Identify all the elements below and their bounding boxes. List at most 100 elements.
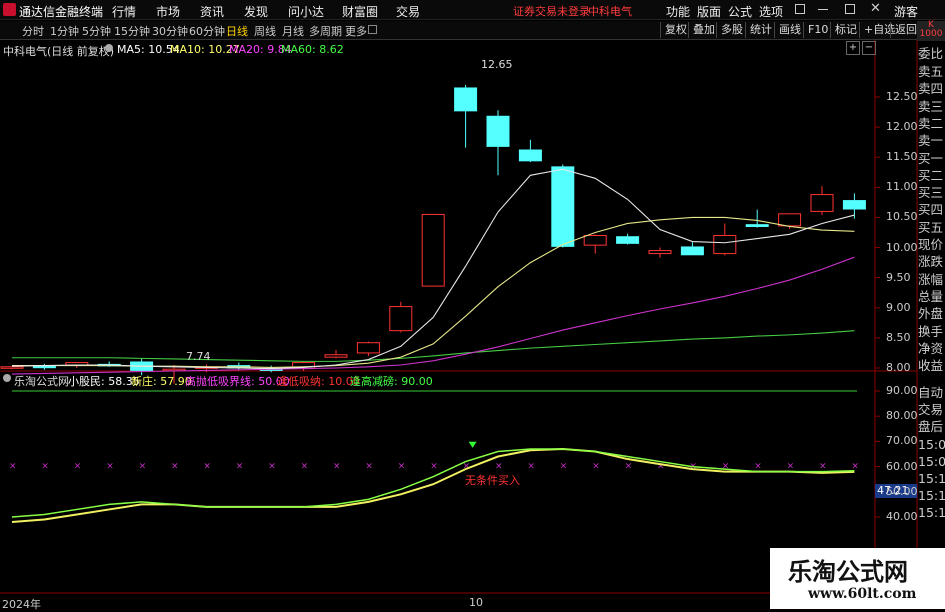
candle (551, 164, 575, 248)
yaxis-main-tick: 12.50 (886, 90, 918, 103)
menu-jiaoyi[interactable]: 交易 (396, 3, 420, 20)
boundary-marker: × (106, 462, 114, 472)
boundary-marker: × (592, 462, 600, 472)
menu-banmian[interactable]: 版面 (697, 3, 721, 20)
xaxis-label-month: 10 (469, 596, 483, 609)
chart-title: 中科电气(日线 前复权) (3, 45, 115, 58)
candle (810, 186, 834, 216)
candle-body (421, 213, 445, 287)
candle (389, 301, 413, 333)
candle (713, 223, 737, 256)
menu-wenxiaoda[interactable]: 问小达 (288, 3, 324, 20)
boundary-marker: × (527, 462, 535, 472)
candle (486, 110, 510, 176)
guest-label[interactable]: 游客 (894, 3, 918, 20)
quote-label: 买一 (918, 150, 944, 166)
watermark-url: www.60lt.com (808, 586, 917, 602)
boundary-marker: × (754, 462, 762, 472)
btn-biaoji[interactable]: 标记 (830, 22, 861, 38)
boundary-marker: × (171, 462, 179, 472)
tab-15min[interactable]: 15分钟 (114, 23, 150, 39)
watermark-title: 乐淘公式网 (788, 558, 908, 586)
candle (745, 209, 769, 228)
quote-lower-label: 交易 (918, 402, 944, 417)
window-count-badge: K 1000 (917, 21, 945, 41)
app-logo-icon (3, 3, 16, 16)
trade-time: 15:13 (918, 471, 945, 486)
yaxis-main-tick: 8.00 (886, 361, 911, 374)
period-toolbar: 分时 1分钟 5分钟 15分钟 30分钟 60分钟 日线 周线 月线 多周期 更… (0, 21, 945, 40)
boundary-marker: × (301, 462, 309, 472)
tab-30min[interactable]: 30分钟 (152, 23, 188, 39)
close-icon[interactable]: ✕ (870, 1, 881, 16)
menu-zixun[interactable]: 资讯 (200, 3, 224, 20)
maximize-icon[interactable] (845, 4, 855, 14)
ma60-line (12, 330, 855, 362)
login-status[interactable]: 证券交易未登录 (513, 3, 590, 19)
indicator-name: 乐淘公式网 (14, 375, 69, 388)
menu-gongshi[interactable]: 公式 (728, 3, 752, 20)
mail-icon[interactable] (795, 4, 805, 14)
btn-fuquan[interactable]: 复权 (660, 22, 691, 38)
tab-monthly[interactable]: 月线 (282, 23, 304, 39)
btn-diejia[interactable]: 叠加 (688, 22, 719, 38)
quote-label-weibi: 委比 (918, 46, 944, 61)
more-dropdown-icon[interactable] (368, 25, 377, 34)
tab-multi-period[interactable]: 多周期 (309, 23, 342, 39)
menu-faxian[interactable]: 发现 (244, 3, 268, 20)
btn-f10[interactable]: F10 (803, 22, 832, 38)
btn-duogu[interactable]: 多股 (716, 22, 747, 38)
boundary-marker: × (398, 462, 406, 472)
menu-xuanxiang[interactable]: 选项 (759, 3, 783, 20)
yaxis-main-tick: 11.00 (886, 180, 918, 194)
app-name: 通达信金融终端 (19, 5, 104, 19)
candle (680, 242, 704, 256)
indicator-series: × × × × × × × × × × × × × × × × × × × × × × × × × × × (9, 390, 859, 524)
tab-5min[interactable]: 5分钟 (82, 23, 111, 39)
indicator-label-sell-high: 逢高减磅: 90.00 (350, 375, 433, 388)
tab-60min[interactable]: 60分钟 (189, 23, 225, 39)
indicator-settings-icon[interactable] (3, 374, 11, 382)
candle-body (583, 235, 607, 246)
tab-1min[interactable]: 1分钟 (50, 23, 79, 39)
settings-icon[interactable] (105, 44, 113, 52)
menu-shichang[interactable]: 市场 (156, 3, 180, 20)
yaxis-main-tick: 8.50 (886, 330, 911, 344)
boundary-marker: × (333, 462, 341, 472)
indicator-label-buy-low: 逢低吸纳: 10.00 (277, 375, 360, 388)
yaxis-indicator-tick: 90.00 (886, 384, 918, 397)
btn-huaxian[interactable]: 画线 (774, 22, 805, 38)
tab-more[interactable]: 更多 (345, 23, 367, 39)
stock-chart[interactable]: × × × × × × × × × × × × × × × × × × × × × × × × × × × (0, 40, 945, 609)
candle (454, 84, 478, 148)
quote-label: 卖二 (918, 115, 944, 131)
yaxis-indicator-tick: 70.00 (886, 434, 918, 448)
candle-body (648, 250, 672, 255)
quote-label: 买三 (918, 185, 944, 201)
menu-gongneng[interactable]: 功能 (666, 3, 690, 20)
quote-label: 买五 (918, 219, 944, 235)
tab-weekly[interactable]: 周线 (254, 23, 276, 39)
minimize-icon[interactable] (818, 9, 828, 10)
zoom-in-icon[interactable]: + (846, 41, 860, 55)
indicator-label-xinzhuang: 新庄: 57.90 (131, 375, 192, 388)
candle (32, 363, 56, 370)
candle (842, 193, 866, 219)
btn-tongji[interactable]: 统计 (745, 22, 776, 38)
indicator-label-xiaogumin: 小股民: 58.35 (68, 375, 140, 388)
tab-fenshi[interactable]: 分时 (22, 23, 44, 39)
yaxis-indicator-tick: 60.00 (886, 459, 918, 473)
boundary-marker: × (236, 462, 244, 472)
quote-label: 买二 (918, 167, 944, 183)
menu-caifuquan[interactable]: 财富圈 (342, 3, 378, 20)
zoom-out-icon[interactable]: − (862, 41, 876, 55)
indicator-line-xinzhuang (11, 447, 855, 524)
quote-label: 卖一 (918, 133, 944, 149)
boundary-marker: × (625, 462, 633, 472)
candle (356, 341, 380, 356)
yaxis-main-tick: 10.00 (886, 240, 918, 254)
watermark-box: 乐淘公式网 www.60lt.com (770, 548, 945, 609)
menu-hangqing[interactable]: 行情 (112, 3, 136, 20)
tab-daily[interactable]: 日线 (226, 23, 248, 39)
quote-label: 总量 (918, 288, 944, 304)
